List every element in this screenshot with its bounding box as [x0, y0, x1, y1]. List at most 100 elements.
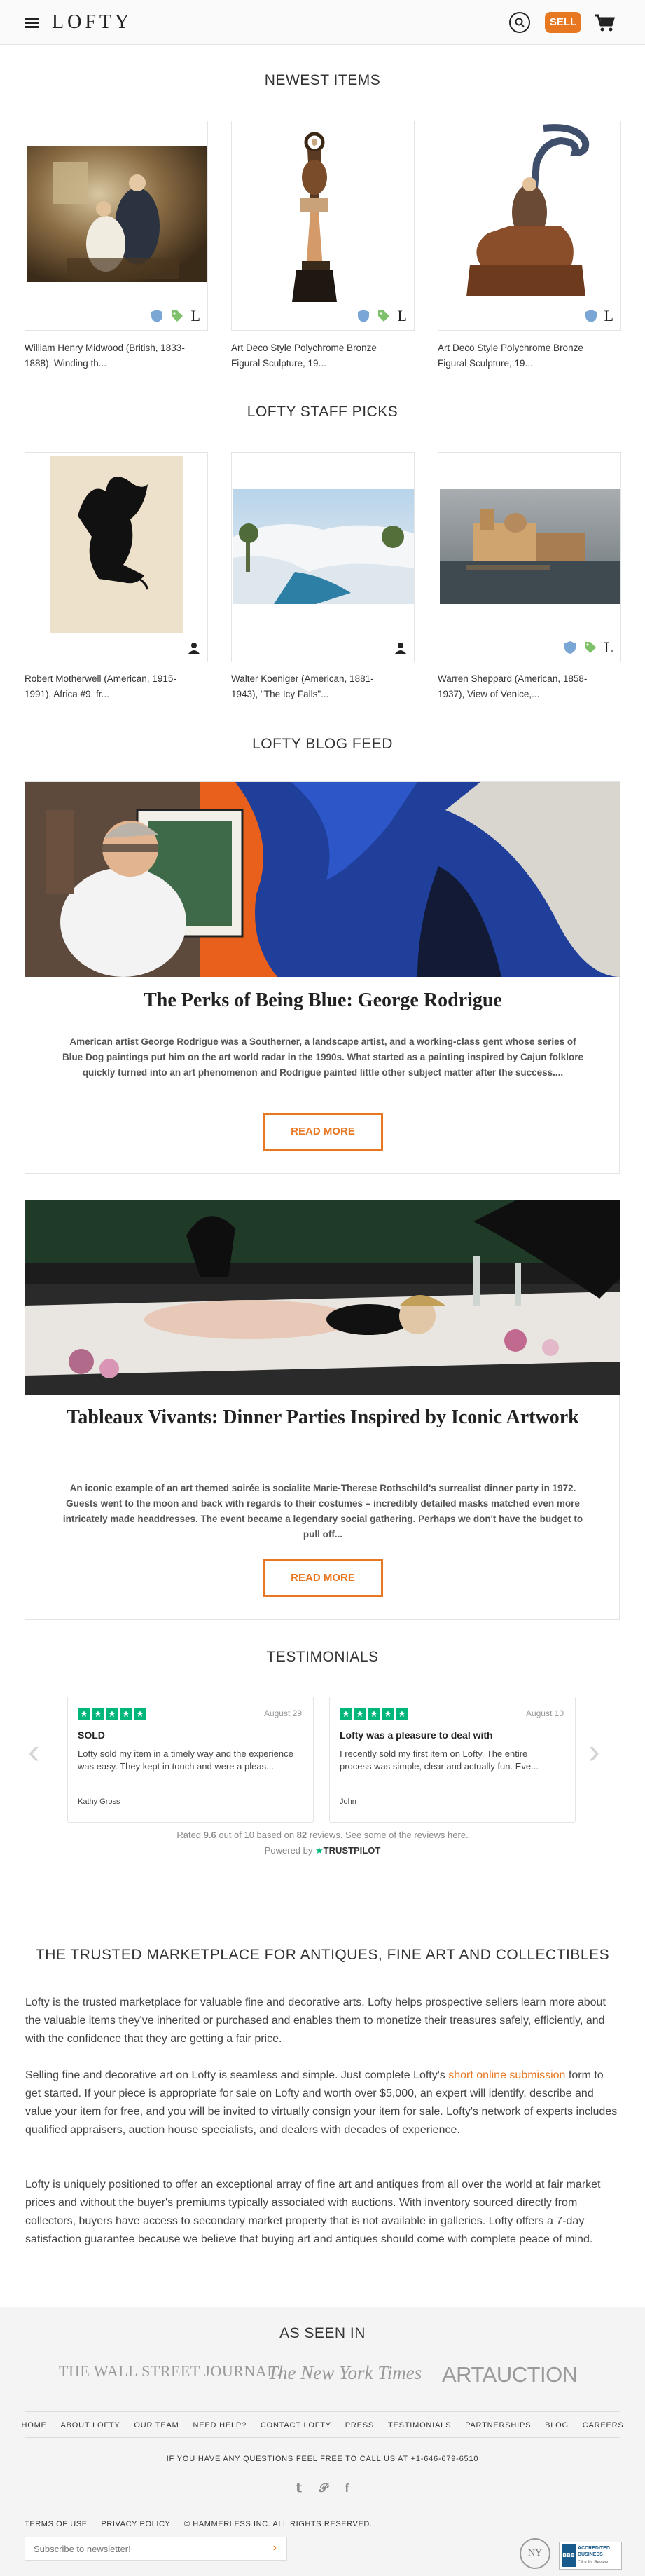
- read-more-button[interactable]: READ MORE: [263, 1559, 383, 1597]
- sell-button[interactable]: SELL: [545, 12, 581, 33]
- staff-pick-card-1[interactable]: [25, 452, 208, 662]
- footer-link-careers[interactable]: CAREERS: [583, 2421, 624, 2430]
- star-icon: ★: [368, 1708, 380, 1720]
- review-date: August 10: [525, 1708, 564, 1718]
- as-seen-in-heading: AS SEEN IN: [279, 2325, 366, 2341]
- reviewer-name: Kathy Gross: [78, 1797, 120, 1806]
- carousel-prev-icon[interactable]: ‹: [28, 1731, 40, 1772]
- footer-link-testimonials[interactable]: TESTIMONIALS: [388, 2421, 451, 2430]
- blog-post-image[interactable]: [25, 782, 620, 977]
- blog-post-card-2: Tableaux Vivants: Dinner Parties Inspire…: [25, 1200, 620, 1620]
- product-caption[interactable]: Art Deco Style Polychrome Bronze Figural …: [438, 341, 621, 371]
- product-caption[interactable]: Robert Motherwell (American, 1915- 1991),…: [25, 671, 208, 702]
- blog-post-card-1: The Perks of Being Blue: George Rodrigue…: [25, 781, 620, 1174]
- newest-items-heading: NEWEST ITEMS: [264, 72, 381, 88]
- price-tag-icon: [377, 310, 389, 322]
- product-caption[interactable]: William Henry Midwood (British, 1833- 188…: [25, 341, 208, 371]
- product-card-3[interactable]: L: [438, 121, 621, 331]
- reviews-link[interactable]: reviews. See some of the reviews here.: [307, 1830, 469, 1840]
- product-caption[interactable]: Warren Sheppard (American, 1858- 1937), V…: [438, 671, 621, 702]
- star-icon: ★: [92, 1708, 104, 1720]
- review-title[interactable]: SOLD: [78, 1729, 105, 1741]
- product-caption[interactable]: Art Deco Style Polychrome Bronze Figural …: [231, 341, 415, 371]
- blog-post-excerpt: An iconic example of an art themed soiré…: [62, 1483, 583, 1540]
- product-image[interactable]: [438, 121, 622, 331]
- legal-links: TERMS OF USE PRIVACY POLICY © HAMMERLESS…: [25, 2520, 373, 2528]
- review-title[interactable]: Lofty was a pleasure to deal with: [340, 1729, 493, 1741]
- verified-shield-icon: [585, 310, 597, 322]
- staff-pick-card-3[interactable]: L: [438, 452, 621, 662]
- product-caption[interactable]: Walter Koeniger (American, 1881- 1943), "…: [231, 671, 415, 702]
- terms-link[interactable]: TERMS OF USE: [25, 2520, 88, 2528]
- newsletter-input[interactable]: [25, 2537, 256, 2560]
- footer-link-about[interactable]: ABOUT LOFTY: [61, 2421, 120, 2430]
- newsletter-form: ›: [25, 2537, 287, 2561]
- star-icon: ★: [78, 1708, 90, 1720]
- menu-icon[interactable]: [25, 18, 39, 28]
- ny-seal-icon[interactable]: NY: [520, 2538, 550, 2569]
- product-image[interactable]: [25, 453, 209, 663]
- star-icon: ★: [340, 1708, 352, 1720]
- pinterest-icon[interactable]: 𝒫: [319, 2481, 327, 2495]
- blog-post-excerpt: American artist George Rodrigue was a So…: [62, 1036, 584, 1078]
- product-card-1[interactable]: L: [25, 121, 208, 331]
- read-more-button[interactable]: READ MORE: [263, 1113, 383, 1151]
- footer-link-press[interactable]: PRESS: [345, 2421, 374, 2430]
- press-logo-nyt[interactable]: The New York Times: [268, 2362, 422, 2384]
- lofty-l-icon: L: [190, 307, 200, 324]
- blog-feed-heading: LOFTY BLOG FEED: [252, 736, 393, 752]
- bbb-accredited-badge[interactable]: BBB ACCREDITED BUSINESS Click for Review: [559, 2542, 622, 2570]
- five-star-rating: ★ ★ ★ ★ ★: [340, 1708, 408, 1720]
- press-logo-artauction[interactable]: ARTAUCTION: [442, 2362, 578, 2387]
- cart-icon[interactable]: [594, 14, 616, 36]
- footer-link-home[interactable]: HOME: [21, 2421, 46, 2430]
- user-icon: [188, 643, 200, 654]
- rating-score: 9.6: [203, 1830, 216, 1840]
- product-image[interactable]: [438, 453, 622, 663]
- footer-link-team[interactable]: OUR TEAM: [134, 2421, 179, 2430]
- star-icon: ★: [120, 1708, 132, 1720]
- bbb-logo-icon: BBB: [562, 2544, 576, 2567]
- submission-link[interactable]: short online submission: [448, 2069, 565, 2081]
- product-image[interactable]: [25, 121, 209, 331]
- newsletter-submit-icon[interactable]: ›: [273, 2542, 277, 2554]
- footer-divider: [25, 2437, 620, 2438]
- carousel-next-icon[interactable]: ›: [588, 1731, 600, 1772]
- blog-post-title[interactable]: Tableaux Vivants: Dinner Parties Inspire…: [53, 1404, 592, 1432]
- powered-by-trustpilot[interactable]: Powered by ★TRUSTPILOT: [0, 1845, 645, 1856]
- star-icon: ★: [382, 1708, 394, 1720]
- product-image[interactable]: [232, 453, 415, 663]
- review-date: August 29: [263, 1708, 302, 1718]
- footer-link-partnerships[interactable]: PARTNERSHIPS: [465, 2421, 531, 2430]
- social-links: 𝕥 𝒫 f: [0, 2481, 645, 2495]
- star-icon: ★: [134, 1708, 146, 1720]
- product-image[interactable]: [232, 121, 415, 331]
- privacy-link[interactable]: PRIVACY POLICY: [101, 2520, 170, 2528]
- about-paragraph-3: Lofty is uniquely positioned to offer an…: [25, 2179, 601, 2245]
- testimonial-card-2: ★ ★ ★ ★ ★ August 10 Lofty was a pleasure to …: [329, 1697, 576, 1823]
- copyright-text: © HAMMERLESS INC. ALL RIGHTS RESERVED.: [183, 2520, 373, 2528]
- footer-link-contact[interactable]: CONTACT LOFTY: [261, 2421, 331, 2430]
- reviewer-name: John: [340, 1797, 356, 1806]
- press-logo-wsj[interactable]: THE WALL STREET JOURNAL.: [59, 2362, 281, 2380]
- staff-pick-card-2[interactable]: [231, 452, 415, 662]
- footer-nav: HOME ABOUT LOFTY OUR TEAM NEED HELP? CON…: [0, 2421, 645, 2430]
- site-header: LOFTY SELL: [0, 0, 645, 45]
- footer-link-help[interactable]: NEED HELP?: [193, 2421, 247, 2430]
- search-icon[interactable]: [509, 12, 530, 33]
- site-logo[interactable]: LOFTY: [52, 11, 132, 34]
- product-card-2[interactable]: L: [231, 121, 415, 331]
- price-tag-icon: [584, 642, 596, 653]
- facebook-icon[interactable]: f: [345, 2481, 349, 2495]
- trustpilot-star-icon: ★: [315, 1845, 324, 1856]
- footer-link-blog[interactable]: BLOG: [545, 2421, 569, 2430]
- twitter-icon[interactable]: 𝕥: [296, 2481, 302, 2495]
- testimonials-heading: TESTIMONIALS: [266, 1649, 379, 1665]
- star-icon: ★: [106, 1708, 118, 1720]
- blog-post-title[interactable]: The Perks of Being Blue: George Rodrigue: [53, 987, 592, 1015]
- blog-post-image[interactable]: [25, 1200, 620, 1395]
- review-body: I recently sold my first item on Lofty. …: [340, 1748, 539, 1772]
- about-heading: THE TRUSTED MARKETPLACE FOR ANTIQUES, FI…: [35, 1947, 610, 1963]
- five-star-rating: ★ ★ ★ ★ ★: [78, 1708, 146, 1720]
- verified-shield-icon: [564, 641, 576, 654]
